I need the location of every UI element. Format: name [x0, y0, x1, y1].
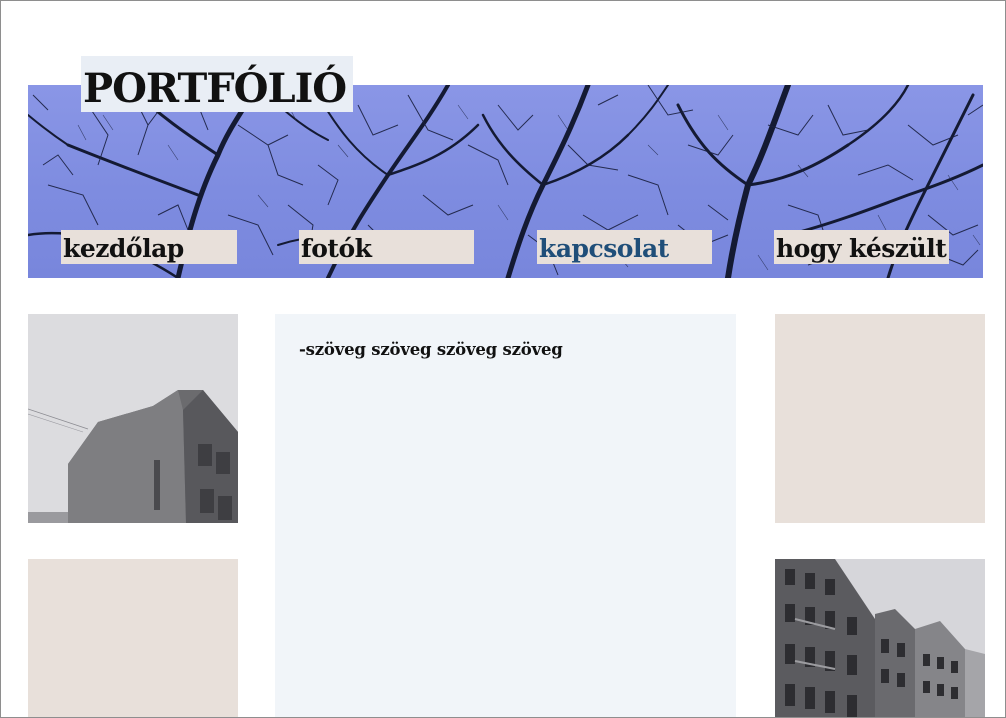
building-photo-left — [28, 314, 238, 523]
street-photo-right — [775, 559, 985, 717]
nav-item-fotok[interactable]: fotók — [299, 230, 474, 264]
nav-item-hogy-keszult[interactable]: hogy készült — [774, 230, 949, 264]
nav-item-kezdolap[interactable]: kezdőlap — [61, 230, 237, 264]
content-text: -szöveg szöveg szöveg szöveg — [299, 340, 563, 359]
page-frame: PORTFÓLIÓ kezdőlap fotók kapcsolat hogy … — [0, 0, 1006, 718]
content-panel: -szöveg szöveg szöveg szöveg — [275, 314, 736, 717]
page-title: PORTFÓLIÓ — [83, 65, 347, 112]
placeholder-tile-left — [28, 559, 238, 717]
placeholder-tile-right — [775, 314, 985, 523]
nav-item-kapcsolat[interactable]: kapcsolat — [537, 230, 712, 264]
